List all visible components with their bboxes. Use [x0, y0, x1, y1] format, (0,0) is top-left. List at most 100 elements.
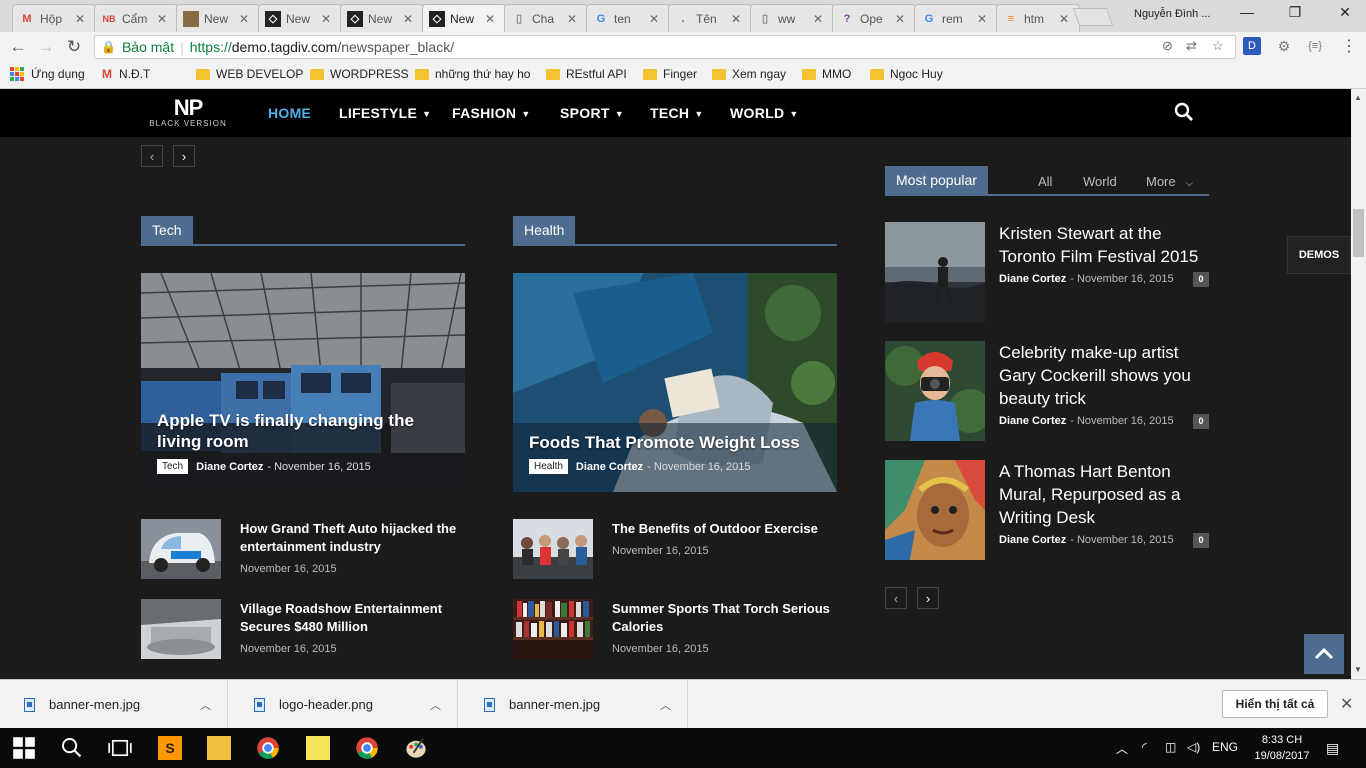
download-item[interactable]: banner-men.jpg ︿	[0, 680, 228, 729]
browser-tab[interactable]: M Hộp ✕	[12, 4, 96, 32]
close-icon[interactable]: ✕	[1340, 694, 1353, 714]
post-title[interactable]: Summer Sports That Torch Serious Calorie…	[612, 600, 837, 636]
page-scrollbar[interactable]: ▲ ▼	[1351, 89, 1366, 679]
sync-icon[interactable]: ◫	[1165, 740, 1176, 754]
popular-prev-button[interactable]: ‹	[885, 587, 907, 609]
post-author[interactable]: Diane Cortez	[999, 415, 1066, 427]
bookmark-folder[interactable]: WEB DEVELOP	[196, 67, 303, 81]
browser-tab-active[interactable]: ◇ New ✕	[422, 4, 506, 32]
browser-tab[interactable]: . Tên ✕	[668, 4, 752, 32]
bookmark-apps[interactable]: Ứng dụng	[10, 67, 85, 81]
category-badge[interactable]: Health	[529, 459, 568, 474]
venue-thumbnail[interactable]	[141, 599, 221, 659]
browser-tab[interactable]: ▯ ww ✕	[750, 4, 834, 32]
blocked-content-icon[interactable]: ⊘	[1162, 38, 1173, 54]
chevron-up-icon[interactable]: ︿	[430, 697, 441, 713]
comment-count[interactable]: 0	[1193, 413, 1209, 429]
browser-tab[interactable]: Grem ✕	[914, 4, 998, 32]
menu-lifestyle[interactable]: LIFESTYLE ▼	[339, 105, 431, 121]
volume-icon[interactable]: ◁)	[1187, 740, 1200, 754]
menu-kebab-icon[interactable]: ⋮	[1340, 37, 1358, 55]
comment-count[interactable]: 0	[1193, 271, 1209, 287]
bookmark-folder[interactable]: Finger	[643, 67, 697, 81]
browser-tab[interactable]: ◇ New ✕	[258, 4, 342, 32]
menu-sport[interactable]: SPORT ▼	[560, 105, 624, 121]
address-bar[interactable]: 🔒 Bảo mật | https://demo.tagdiv.com/news…	[94, 35, 1236, 59]
list-item[interactable]: Village Roadshow Entertainment Secures $…	[141, 599, 471, 659]
bookmark-ndt[interactable]: M N.Đ.T	[102, 67, 150, 81]
comment-count[interactable]: 0	[1193, 532, 1209, 548]
json-extension-icon[interactable]: {≡}	[1306, 37, 1324, 55]
maximize-icon[interactable]: ❐	[1280, 4, 1310, 21]
browser-tab[interactable]: New ✕	[176, 4, 260, 32]
browser-tab[interactable]: NB Cẩm ✕	[94, 4, 178, 32]
task-view-icon[interactable]	[108, 736, 132, 760]
bookmark-folder[interactable]: Ngoc Huy	[870, 67, 943, 81]
filter-world[interactable]: World	[1083, 174, 1117, 189]
bookmark-folder[interactable]: những thứ hay ho	[415, 67, 530, 81]
chevron-up-icon[interactable]: ︿	[200, 697, 211, 713]
photographer-beach-thumbnail[interactable]	[885, 222, 985, 322]
post-author[interactable]: Diane Cortez	[196, 461, 263, 473]
wifi-icon[interactable]: ◜	[1142, 740, 1147, 754]
system-clock[interactable]: 8:33 CH 19/08/2017	[1250, 732, 1314, 764]
close-icon[interactable]: ✕	[567, 12, 581, 26]
post-author[interactable]: Diane Cortez	[999, 273, 1066, 285]
list-item[interactable]: How Grand Theft Auto hijacked the entert…	[141, 519, 471, 579]
close-icon[interactable]: ✕	[403, 12, 417, 26]
post-author[interactable]: Diane Cortez	[999, 534, 1066, 546]
chevron-up-icon[interactable]: ︿	[660, 697, 671, 713]
sticky-notes-icon[interactable]	[306, 736, 330, 760]
scroll-up-icon[interactable]: ▲	[1354, 93, 1362, 102]
camera-girl-thumbnail[interactable]	[885, 341, 985, 441]
close-icon[interactable]: ✕	[75, 12, 89, 26]
close-icon[interactable]: ✕	[813, 12, 827, 26]
popular-item[interactable]: Celebrity make-up artist Gary Cockerill …	[885, 341, 1209, 441]
close-icon[interactable]: ✕	[239, 12, 253, 26]
bookmark-folder[interactable]: Xem ngay	[712, 67, 786, 81]
menu-world[interactable]: WORLD ▼	[730, 105, 799, 121]
search-icon[interactable]	[60, 736, 84, 760]
profile-name[interactable]: Nguyễn Đình ...	[1134, 8, 1210, 20]
outdoor-exercise-thumbnail[interactable]	[513, 519, 593, 579]
tray-chevron-up-icon[interactable]: ︿	[1116, 740, 1128, 757]
search-icon[interactable]	[1174, 102, 1194, 122]
browser-tab[interactable]: ▯ Cha ✕	[504, 4, 588, 32]
download-item[interactable]: banner-men.jpg ︿	[460, 680, 688, 729]
post-title[interactable]: The Benefits of Outdoor Exercise	[612, 520, 837, 538]
download-item[interactable]: logo-header.png ︿	[230, 680, 458, 729]
close-icon[interactable]: ✕	[977, 12, 991, 26]
new-tab-button[interactable]	[1072, 8, 1114, 26]
filter-more[interactable]: More ⌵	[1146, 174, 1193, 189]
featured-post-title[interactable]: Foods That Promote Weight Loss	[529, 432, 829, 453]
popular-item[interactable]: A Thomas Hart Benton Mural, Repurposed a…	[885, 460, 1209, 560]
mural-thumbnail[interactable]	[885, 460, 985, 560]
browser-tab[interactable]: ≡ htm ✕	[996, 4, 1080, 32]
scrollbar-thumb[interactable]	[1353, 209, 1364, 257]
bookshelf-thumbnail[interactable]	[513, 599, 593, 659]
bookmark-folder[interactable]: REstful API	[546, 67, 627, 81]
post-title[interactable]: Celebrity make-up artist Gary Cockerill …	[999, 341, 1209, 410]
translate-icon[interactable]: ⇄	[1186, 38, 1197, 54]
chrome-icon[interactable]	[355, 736, 379, 760]
list-item[interactable]: The Benefits of Outdoor Exercise Novembe…	[513, 519, 843, 579]
show-all-downloads-button[interactable]: Hiển thị tất cả	[1222, 690, 1328, 718]
menu-home[interactable]: HOME	[268, 105, 311, 121]
minimize-icon[interactable]: —	[1232, 4, 1262, 20]
close-icon[interactable]: ✕	[731, 12, 745, 26]
bookmark-folder[interactable]: MMO	[802, 67, 851, 81]
browser-tab[interactable]: ◇ New ✕	[340, 4, 424, 32]
file-explorer-icon[interactable]	[207, 736, 231, 760]
close-icon[interactable]: ✕	[485, 12, 499, 26]
close-icon[interactable]: ✕	[157, 12, 171, 26]
bookmark-folder[interactable]: WORDPRESS	[310, 67, 409, 81]
featured-post-health[interactable]: Foods That Promote Weight Loss Health Di…	[513, 273, 837, 492]
chrome-icon[interactable]	[256, 736, 280, 760]
close-icon[interactable]: ✕	[649, 12, 663, 26]
featured-post-title[interactable]: Apple TV is finally changing the living …	[157, 410, 457, 452]
close-icon[interactable]: ✕	[1059, 12, 1073, 26]
forward-icon[interactable]: →	[35, 37, 57, 57]
notifications-icon[interactable]: ▤	[1326, 740, 1339, 757]
filter-all[interactable]: All	[1038, 174, 1052, 189]
paint-icon[interactable]	[404, 736, 428, 760]
